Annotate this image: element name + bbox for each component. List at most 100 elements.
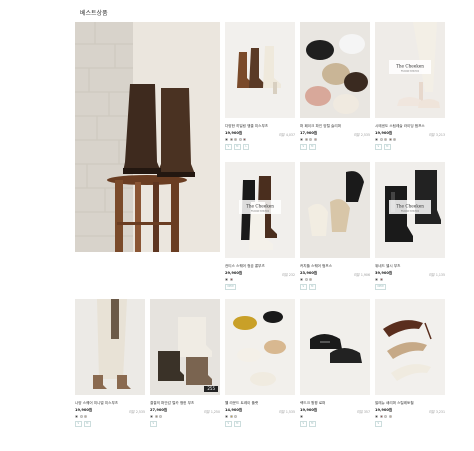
- product-card[interactable]: 퍼 페이크 파인 양털 슬리퍼 17,900원 리뷰 2,535 S M: [300, 22, 370, 162]
- size-badges: S: [150, 421, 157, 427]
- color-swatch[interactable]: [304, 278, 308, 281]
- product-price: 19,900원: [300, 408, 318, 412]
- product-thumbnail[interactable]: [300, 22, 370, 118]
- color-swatch[interactable]: [225, 415, 228, 418]
- color-swatch[interactable]: [375, 138, 378, 141]
- color-swatch[interactable]: [154, 415, 158, 418]
- product-name[interactable]: 다양한 히일링 앵클 미스부츠: [225, 124, 268, 129]
- brand-name: The Cheeken: [246, 204, 274, 209]
- product-card[interactable]: 커치뜰 스퀘어 펌프스 23,900원 리뷰 1,906 S M: [300, 162, 370, 302]
- color-swatches: [225, 415, 238, 418]
- color-swatch[interactable]: [225, 278, 228, 281]
- product-name[interactable]: 렉드크 윙윙 로퍼: [300, 401, 325, 406]
- product-card[interactable]: 다양한 히일링 앵클 미스부츠 19,900원 리뷰 4,037 S M L: [225, 22, 295, 162]
- size-badges: SM: [300, 284, 316, 290]
- color-swatch[interactable]: [238, 138, 242, 141]
- product-name[interactable]: 결결의 퍼안감 털카 앵헌 부츠: [150, 401, 194, 406]
- product-card[interactable]: 발레뉴 쇄리퍼 스틸레토힐 19,900원 리뷰 3,231 S: [375, 299, 445, 439]
- color-swatch[interactable]: [229, 415, 233, 418]
- color-swatch[interactable]: [375, 415, 378, 418]
- product-thumbnail[interactable]: The Cheeken Premium Collection: [375, 162, 445, 258]
- product-thumbnail[interactable]: The Cheeken Premium Collection: [225, 162, 295, 258]
- color-swatch[interactable]: [75, 415, 78, 418]
- color-swatch[interactable]: [309, 278, 313, 281]
- color-swatch[interactable]: [393, 138, 397, 141]
- product-name[interactable]: 시에센도 스팀레슬 라이딩 펌프스: [375, 124, 425, 129]
- product-thumbnail[interactable]: [300, 299, 370, 395]
- color-swatch[interactable]: [159, 415, 163, 418]
- product-photo: [150, 299, 220, 395]
- product-card[interactable]: The Cheeken Premium Collection 컨티스 스퀘어 청곰 …: [225, 162, 295, 302]
- color-swatch[interactable]: [229, 278, 233, 281]
- image-count-badge: 255: [204, 386, 218, 392]
- color-swatch[interactable]: [229, 138, 233, 141]
- size-badge: M: [308, 144, 316, 150]
- color-swatch[interactable]: [234, 415, 238, 418]
- product-price: 14,900원: [225, 408, 243, 412]
- size-badge: S: [300, 284, 307, 290]
- review-count: 리뷰 3,213: [428, 132, 445, 137]
- color-swatch[interactable]: [225, 138, 228, 141]
- review-count: 리뷰 357: [357, 409, 370, 414]
- product-card[interactable]: The Cheeken Premium Collection 시에센도 스팀레슬 라…: [375, 22, 445, 162]
- color-swatch[interactable]: [304, 138, 308, 141]
- color-swatch[interactable]: [384, 138, 388, 141]
- product-price: 19,900원: [75, 408, 93, 412]
- product-card[interactable]: 255 결결의 퍼안감 털카 앵헌 부츠 27,900원 리뷰 1,250 S: [150, 299, 220, 439]
- color-swatch[interactable]: [375, 278, 378, 281]
- product-card[interactable]: 렉드크 윙윙 로퍼 19,900원 리뷰 357 S M: [300, 299, 370, 439]
- review-count: 리뷰 1,906: [353, 272, 370, 277]
- product-card[interactable]: The Cheeken Premium Collection 위네드 첼시 부츠 39…: [375, 162, 445, 302]
- color-swatch[interactable]: [309, 138, 313, 141]
- color-swatch[interactable]: [384, 415, 388, 418]
- product-photo: The CheekenPremium Collection: [375, 22, 445, 118]
- product-photo: [300, 22, 370, 118]
- color-swatch[interactable]: [388, 415, 392, 418]
- product-name[interactable]: 퍼 페이크 파인 양털 슬리퍼: [300, 124, 341, 129]
- product-thumbnail[interactable]: [225, 22, 295, 118]
- review-count: 리뷰 2,535: [128, 409, 145, 414]
- color-swatch[interactable]: [388, 138, 392, 141]
- product-thumbnail[interactable]: [375, 299, 445, 395]
- review-count: 리뷰 1,135: [428, 272, 445, 277]
- size-badge: M: [233, 144, 241, 150]
- color-swatches: [150, 415, 163, 418]
- product-thumbnail[interactable]: [300, 162, 370, 258]
- color-swatch[interactable]: [313, 138, 317, 141]
- featured-hero-image[interactable]: [75, 22, 220, 252]
- review-count: 리뷰 1,535: [278, 409, 295, 414]
- product-thumbnail[interactable]: The Cheeken Premium Collection: [375, 22, 445, 118]
- color-swatch[interactable]: [300, 138, 303, 141]
- size-badge: S: [375, 144, 382, 150]
- brand-sub: Premium Collection: [401, 210, 420, 213]
- product-card[interactable]: 웰 라운드 트레이 플랫 14,900원 리뷰 1,535 S M: [225, 299, 295, 439]
- color-swatches: [300, 415, 303, 418]
- color-swatch[interactable]: [379, 415, 383, 418]
- color-swatch[interactable]: [84, 415, 88, 418]
- product-name[interactable]: 나양 스퀘어 미니멀 미스부츠: [75, 401, 118, 406]
- product-name[interactable]: 발레뉴 쇄리퍼 스틸레토힐: [375, 401, 414, 406]
- color-swatch[interactable]: [243, 138, 247, 141]
- product-card[interactable]: 나양 스퀘어 미니멀 미스부츠 19,900원 리뷰 2,535 S M: [75, 299, 145, 439]
- product-name[interactable]: 커치뜰 스퀘어 펌프스: [300, 264, 332, 269]
- product-photo: [225, 299, 295, 395]
- color-swatches: [75, 415, 88, 418]
- color-swatch[interactable]: [300, 415, 303, 418]
- product-thumbnail[interactable]: [225, 299, 295, 395]
- product-thumbnail[interactable]: [150, 299, 220, 395]
- color-swatch[interactable]: [79, 415, 83, 418]
- product-thumbnail[interactable]: [75, 299, 145, 395]
- size-badges: SM: [75, 421, 91, 427]
- color-swatches: [375, 138, 397, 141]
- color-swatch[interactable]: [379, 278, 383, 281]
- color-swatch[interactable]: [300, 278, 303, 281]
- color-swatch[interactable]: [379, 138, 383, 141]
- product-name[interactable]: 웰 라운드 트레이 플랫: [225, 401, 258, 406]
- product-name[interactable]: 컨티스 스퀘어 청곰 롱부츠: [225, 264, 265, 269]
- review-count: 리뷰 3,231: [428, 409, 445, 414]
- size-badge: M: [308, 284, 316, 290]
- color-swatch[interactable]: [150, 415, 153, 418]
- product-name[interactable]: 위네드 첼시 부츠: [375, 264, 400, 269]
- review-count: 리뷰 232: [282, 272, 295, 277]
- color-swatch[interactable]: [234, 138, 238, 141]
